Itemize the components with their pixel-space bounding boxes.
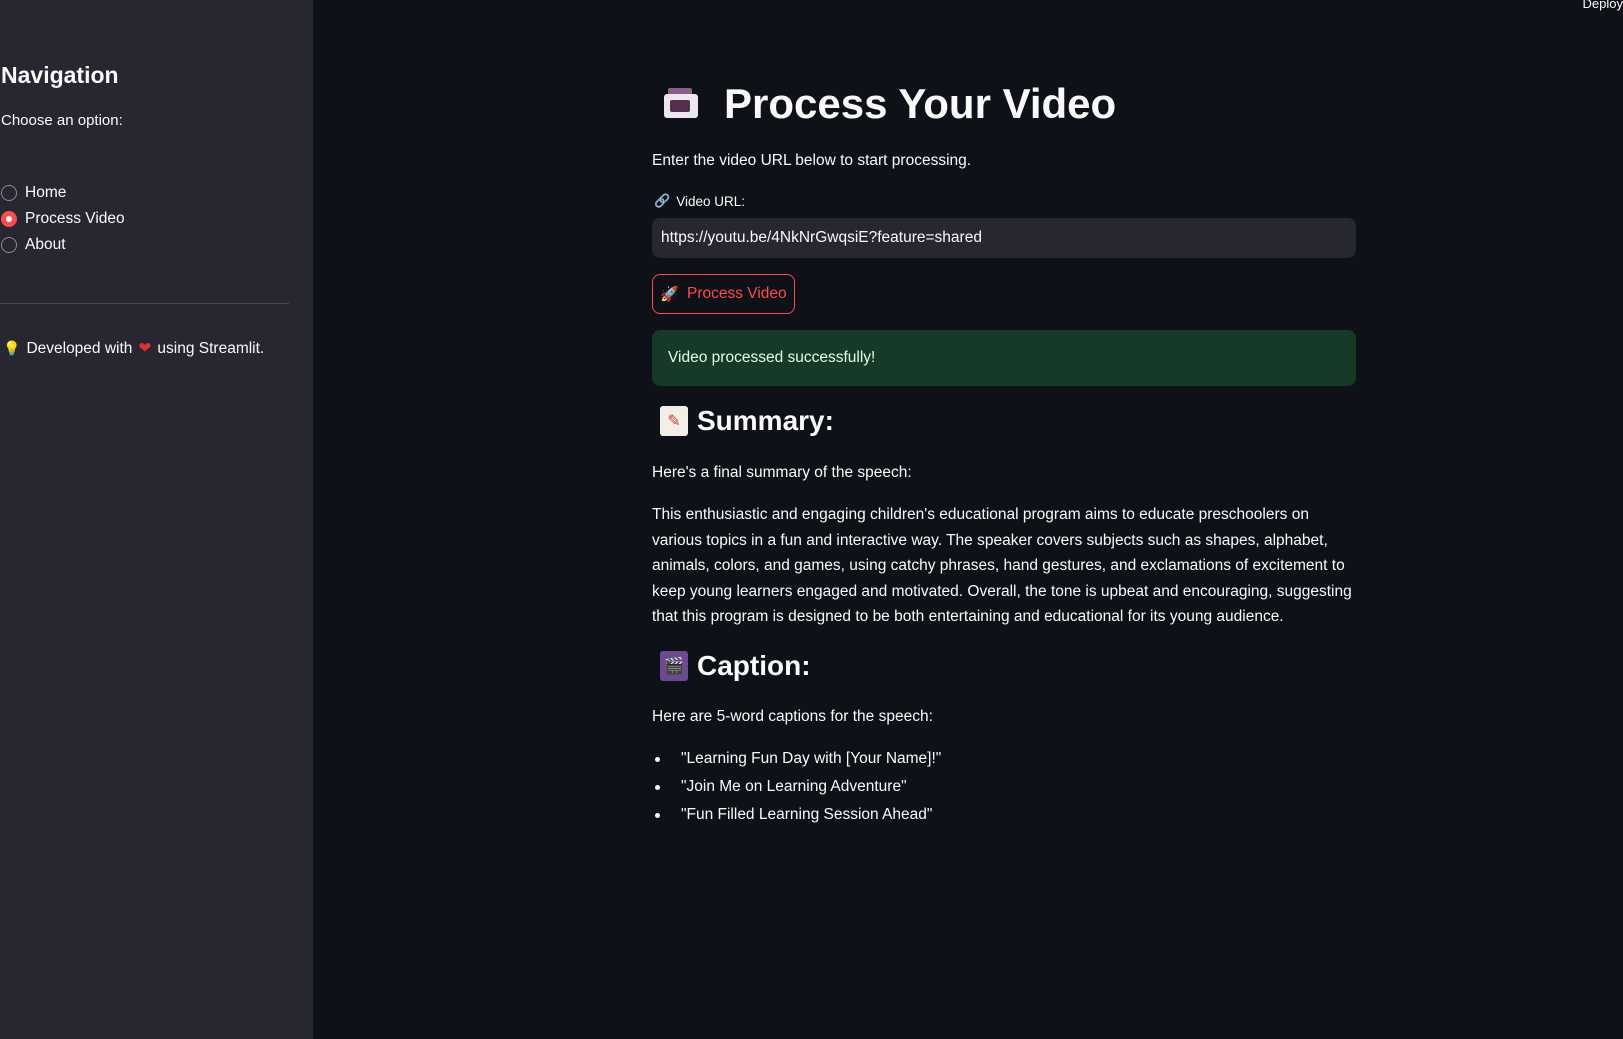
radio-button-selected-icon[interactable] [1, 211, 17, 227]
memo-icon: ✎ [660, 406, 688, 436]
radio-label: Process Video [25, 210, 125, 227]
url-field-label: 🔗 Video URL: [654, 193, 745, 209]
radio-label: Home [25, 184, 67, 201]
radio-option-about[interactable]: About [1, 232, 125, 258]
sidebar-prompt: Choose an option: [1, 112, 123, 129]
lightbulb-icon: 💡 [3, 340, 21, 356]
caption-heading: 🎬 Caption: [652, 650, 811, 682]
footer-suffix: using Streamlit. [157, 340, 265, 357]
radio-button-icon[interactable] [1, 237, 17, 253]
heart-icon: ❤ [138, 340, 152, 357]
sidebar: Navigation Choose an option: Home Proces… [0, 0, 313, 1039]
caption-intro: Here are 5-word captions for the speech: [652, 708, 933, 725]
caption-list: "Learning Fun Day with [Your Name]!" "Jo… [652, 745, 941, 829]
summary-heading-text: Summary: [697, 405, 834, 436]
deploy-button[interactable]: Deploy [1583, 0, 1623, 11]
process-video-button[interactable]: 🚀 Process Video [652, 274, 795, 314]
footer-prefix: Developed with [26, 340, 133, 357]
sidebar-divider [0, 303, 289, 304]
success-alert: Video processed successfully! [652, 330, 1356, 386]
intro-text: Enter the video URL below to start proce… [652, 152, 972, 169]
video-camera-icon [660, 86, 704, 122]
list-item: "Learning Fun Day with [Your Name]!" [652, 745, 941, 773]
clapper-board-icon: 🎬 [660, 651, 688, 681]
list-item: "Fun Filled Learning Session Ahead" [652, 801, 941, 829]
radio-option-process-video[interactable]: Process Video [1, 206, 125, 232]
caption-heading-text: Caption: [697, 650, 811, 681]
radio-button-icon[interactable] [1, 185, 17, 201]
sidebar-footer: 💡 Developed with ❤ using Streamlit. [3, 339, 264, 358]
url-label-text: Video URL: [676, 193, 745, 209]
rocket-icon: 🚀 [660, 286, 679, 303]
radio-option-home[interactable]: Home [1, 180, 125, 206]
video-url-input[interactable] [652, 218, 1356, 258]
list-item: "Join Me on Learning Adventure" [652, 773, 941, 801]
summary-text: This enthusiastic and engaging children'… [652, 506, 1352, 625]
navigation-radio-group: Home Process Video About [1, 180, 125, 258]
summary-heading: ✎ Summary: [652, 405, 834, 437]
summary-intro: Here's a final summary of the speech: [652, 464, 912, 481]
sidebar-title: Navigation [1, 62, 119, 88]
page-title: Process Your Video [652, 80, 1116, 128]
page-title-text: Process Your Video [724, 80, 1117, 127]
link-icon: 🔗 [654, 193, 671, 208]
process-button-label: Process Video [687, 285, 787, 302]
radio-label: About [25, 236, 66, 253]
